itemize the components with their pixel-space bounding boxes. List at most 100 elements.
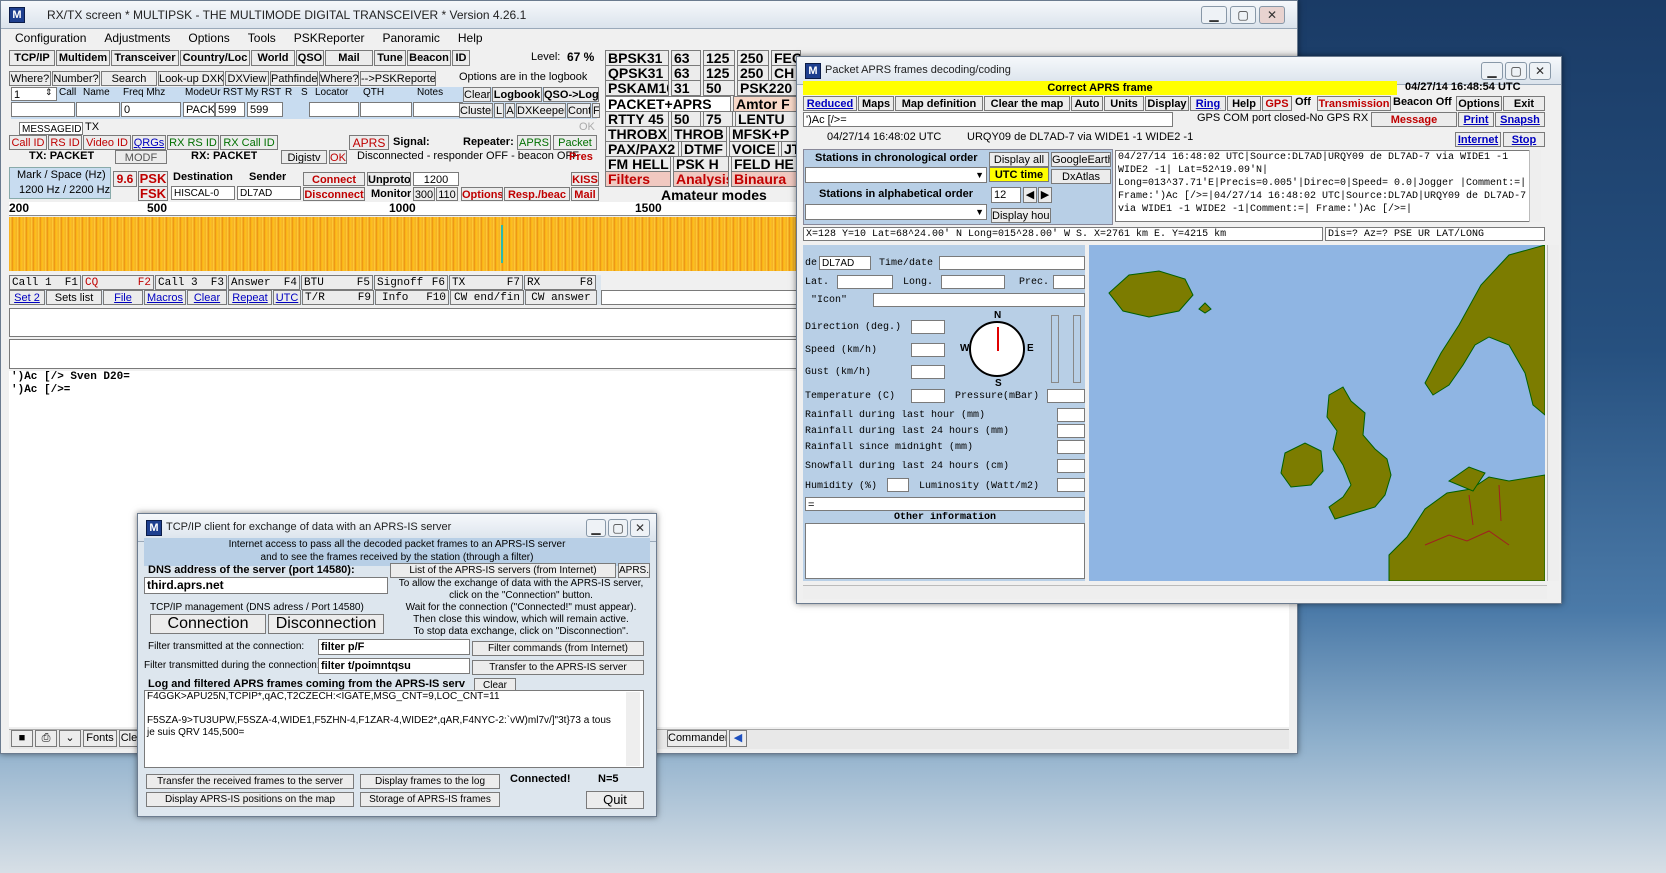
qso-to-log-button[interactable]: QSO->Log bbox=[543, 87, 599, 102]
video-id-button[interactable]: Video ID bbox=[83, 135, 131, 150]
display-all-button[interactable]: Display all bbox=[989, 152, 1049, 167]
clear-macros-button[interactable]: Clear bbox=[187, 290, 227, 305]
prec-input[interactable] bbox=[1053, 275, 1085, 289]
speed-1200-button[interactable]: 1200 bbox=[413, 172, 459, 186]
binaural-button[interactable]: Binaura bbox=[731, 171, 801, 187]
macro-tx-button[interactable]: TX F7 bbox=[449, 275, 523, 290]
qso-button[interactable]: QSO bbox=[296, 50, 324, 66]
dtmf-mode[interactable]: DTMF bbox=[681, 141, 727, 157]
log-qth-input[interactable] bbox=[360, 102, 412, 117]
baud-9600-button[interactable]: 9.6 bbox=[113, 171, 137, 187]
rain-24h-input[interactable] bbox=[1057, 424, 1085, 438]
packet-aprs-mode[interactable]: PACKET+APRS bbox=[605, 96, 731, 112]
voice-mode[interactable]: VOICE bbox=[729, 141, 779, 157]
transmission-button[interactable]: Transmission bbox=[1317, 96, 1391, 111]
macro-answer-button[interactable]: Answer F4 bbox=[228, 275, 300, 290]
where-button[interactable]: Where? bbox=[9, 71, 51, 86]
frame-log-scrollbar[interactable] bbox=[1529, 150, 1541, 222]
quit-button[interactable]: Quit bbox=[586, 791, 644, 809]
hours-up-icon[interactable]: ▶ bbox=[1038, 187, 1052, 203]
print-button[interactable]: Print bbox=[1458, 112, 1494, 127]
tcp-log-scrollbar[interactable] bbox=[626, 692, 640, 766]
log-clear-button[interactable]: Clear bbox=[463, 87, 491, 102]
psk220-mode[interactable]: PSK220 bbox=[737, 80, 801, 96]
pskam50-mode[interactable]: 50 bbox=[703, 80, 735, 96]
macro-btu-button[interactable]: BTU F5 bbox=[301, 275, 373, 290]
menu-configuration[interactable]: Configuration bbox=[15, 31, 86, 45]
display-positions-button[interactable]: Display APRS-IS positions on the map bbox=[146, 792, 354, 807]
scroll-icon[interactable]: ⌄ bbox=[59, 730, 81, 747]
speed-input[interactable] bbox=[911, 343, 945, 357]
set2-button[interactable]: Set 2 bbox=[9, 290, 45, 305]
filters-button[interactable]: Filters bbox=[605, 171, 671, 187]
log-myrst-input[interactable]: 599 bbox=[247, 102, 283, 117]
speed-300-button[interactable]: 300 bbox=[413, 187, 435, 201]
qrgs-button[interactable]: QRGs bbox=[132, 135, 166, 150]
hours-input[interactable]: 12 bbox=[991, 187, 1021, 203]
psk-button[interactable]: PSK bbox=[138, 171, 168, 187]
pskam31-mode[interactable]: 31 bbox=[671, 80, 701, 96]
units-button[interactable]: Units bbox=[1104, 96, 1144, 111]
server-list-button[interactable]: List of the APRS-IS servers (from Intern… bbox=[390, 563, 616, 578]
cluster-button[interactable]: Cluster bbox=[459, 103, 493, 118]
feld-hell-mode[interactable]: FELD HE bbox=[731, 156, 801, 172]
qpsk125-mode[interactable]: 125 bbox=[703, 65, 735, 81]
tcp-maximize-icon[interactable]: ▢ bbox=[608, 519, 628, 537]
aprs-minimize-icon[interactable]: ▁ bbox=[1481, 62, 1503, 80]
spinner-icon[interactable]: ⇕ bbox=[45, 87, 53, 98]
pax-mode[interactable]: PAX/PAX2 bbox=[605, 141, 679, 157]
tcpip-button[interactable]: TCP/IP bbox=[9, 50, 55, 66]
eq-input[interactable]: = bbox=[805, 497, 1085, 511]
ok-button[interactable]: OK bbox=[579, 121, 595, 133]
log-call-input[interactable] bbox=[11, 102, 75, 117]
print-icon[interactable]: ⎙ bbox=[35, 730, 57, 747]
qpsk250-mode[interactable]: 250 bbox=[737, 65, 769, 81]
resp-beac-button[interactable]: Resp./beac bbox=[504, 187, 570, 201]
qpsk63-mode[interactable]: 63 bbox=[671, 65, 701, 81]
fonts-button[interactable]: Fonts bbox=[83, 730, 117, 747]
mark-space-value[interactable]: 1200 Hz / 2200 Hz bbox=[19, 184, 110, 196]
close-icon[interactable]: ✕ bbox=[1259, 6, 1285, 24]
map-hscrollbar[interactable] bbox=[803, 585, 1547, 599]
pressure-input[interactable] bbox=[1047, 389, 1085, 403]
mfsk-mode[interactable]: MFSK+P bbox=[729, 126, 801, 142]
rtty50-mode[interactable]: 50 bbox=[671, 111, 701, 127]
country-loc-button[interactable]: Country/Loc bbox=[180, 50, 250, 66]
pskam10-mode[interactable]: PSKAM10 bbox=[605, 80, 669, 96]
minimize-icon[interactable]: ▁ bbox=[1201, 6, 1227, 24]
exit-button[interactable]: Exit bbox=[1503, 96, 1545, 111]
tcp-minimize-icon[interactable]: ▁ bbox=[586, 519, 606, 537]
modf-button[interactable]: MODF bbox=[115, 150, 167, 164]
clear-map-button[interactable]: Clear the map bbox=[984, 96, 1070, 111]
log-notes-input[interactable] bbox=[413, 102, 463, 117]
log-name-input[interactable] bbox=[76, 102, 120, 117]
bpsk63-mode[interactable]: 63 bbox=[671, 50, 701, 66]
search-button[interactable]: Search bbox=[101, 71, 157, 86]
internet-button[interactable]: Internet bbox=[1455, 132, 1501, 147]
bpsk250-mode[interactable]: 250 bbox=[737, 50, 769, 66]
menu-adjustments[interactable]: Adjustments bbox=[104, 31, 170, 45]
ok2-button[interactable]: OK bbox=[329, 150, 347, 164]
repeat-button[interactable]: Repeat bbox=[228, 290, 272, 305]
ring-button[interactable]: Ring bbox=[1190, 96, 1226, 111]
file-button[interactable]: File bbox=[103, 290, 143, 305]
stations-alpha-select[interactable]: ▼ bbox=[805, 204, 987, 220]
storage-button[interactable]: Storage of APRS-IS frames bbox=[360, 792, 500, 807]
menu-panoramic[interactable]: Panoramic bbox=[383, 31, 440, 45]
message-button[interactable]: Message bbox=[1371, 112, 1457, 127]
save-icon[interactable]: ■ bbox=[11, 730, 33, 747]
stations-chrono-select[interactable]: ▼ bbox=[805, 167, 987, 183]
connect-button[interactable]: Connect bbox=[303, 172, 365, 186]
rtty45-mode[interactable]: RTTY 45 bbox=[605, 111, 669, 127]
clear-rx-button[interactable]: Cle bbox=[119, 730, 139, 747]
cont-button[interactable]: Cont bbox=[567, 103, 591, 118]
qpsk31-mode[interactable]: QPSK31 bbox=[605, 65, 669, 81]
log-freq-input[interactable]: 0 bbox=[121, 102, 181, 117]
display-hour-button[interactable]: Display hour bbox=[991, 208, 1051, 223]
gps-button[interactable]: GPS bbox=[1262, 96, 1292, 111]
aprsfi-button[interactable]: APRS.fi bbox=[618, 563, 650, 578]
rs-id-button[interactable]: RS ID bbox=[48, 135, 82, 150]
analysis-button[interactable]: Analysis bbox=[673, 171, 729, 187]
frame-text-field[interactable]: ')Ac [/>= bbox=[803, 112, 1173, 127]
pathfinder-button[interactable]: Pathfinder bbox=[270, 71, 318, 86]
